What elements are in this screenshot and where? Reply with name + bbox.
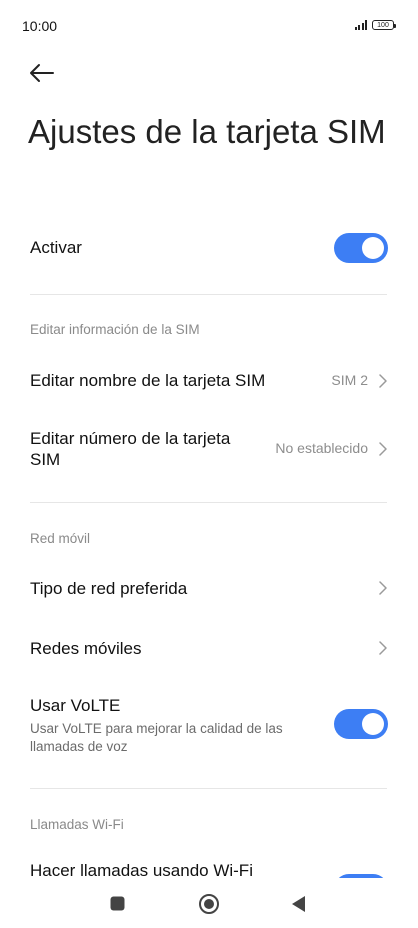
section-header-sim-info: Editar información de la SIM [30, 322, 200, 337]
chevron-right-icon [379, 581, 387, 595]
volte-description: Usar VoLTE para mejorar la calidad de la… [30, 721, 283, 754]
volte-toggle[interactable] [334, 709, 388, 739]
toggle-knob [362, 237, 384, 259]
signal-icon [354, 20, 367, 30]
sim-name-value: SIM 2 [331, 372, 368, 388]
chevron-right-icon [379, 641, 387, 655]
section-header-wifi-calls: Llamadas Wi-Fi [30, 817, 124, 832]
system-back-button[interactable] [290, 895, 306, 918]
divider [30, 294, 387, 295]
activate-row[interactable]: Activar [0, 224, 418, 272]
preferred-network-type-label: Tipo de red preferida [30, 579, 188, 598]
status-bar: 10:00 100 [0, 0, 418, 50]
volte-label: Usar VoLTE [30, 696, 121, 715]
edit-sim-name-row[interactable]: Editar nombre de la tarjeta SIM SIM 2 [0, 358, 418, 404]
status-time: 10:00 [22, 18, 58, 34]
status-icons: 100 [354, 20, 396, 30]
toggle-knob [362, 713, 384, 735]
navigation-bar [0, 878, 418, 928]
home-icon [199, 894, 219, 914]
mobile-networks-row[interactable]: Redes móviles [0, 626, 418, 672]
section-header-mobile-network: Red móvil [30, 531, 91, 546]
divider [30, 502, 387, 503]
edit-sim-name-label: Editar nombre de la tarjeta SIM [30, 371, 266, 390]
activate-label: Activar [30, 238, 82, 257]
sim-number-value: No establecido [275, 440, 368, 456]
divider [30, 788, 387, 789]
back-icon [292, 896, 305, 912]
home-button[interactable] [198, 893, 220, 920]
battery-icon: 100 [372, 20, 396, 30]
edit-sim-number-label: Editar número de la tarjeta SIM [30, 429, 231, 469]
mobile-networks-label: Redes móviles [30, 639, 142, 658]
edit-sim-number-row[interactable]: Editar número de la tarjeta SIM No estab… [0, 420, 418, 478]
recents-icon [110, 896, 125, 911]
recents-button[interactable] [110, 896, 125, 916]
activate-toggle[interactable] [334, 233, 388, 263]
page-title: Ajustes de la tarjeta SIM [28, 113, 386, 150]
chevron-right-icon [379, 374, 387, 388]
arrow-left-icon [30, 64, 54, 82]
chevron-right-icon [379, 442, 387, 456]
volte-row[interactable]: Usar VoLTE Usar VoLTE para mejorar la ca… [0, 690, 418, 760]
preferred-network-type-row[interactable]: Tipo de red preferida [0, 566, 418, 612]
back-arrow-button[interactable] [26, 58, 60, 88]
